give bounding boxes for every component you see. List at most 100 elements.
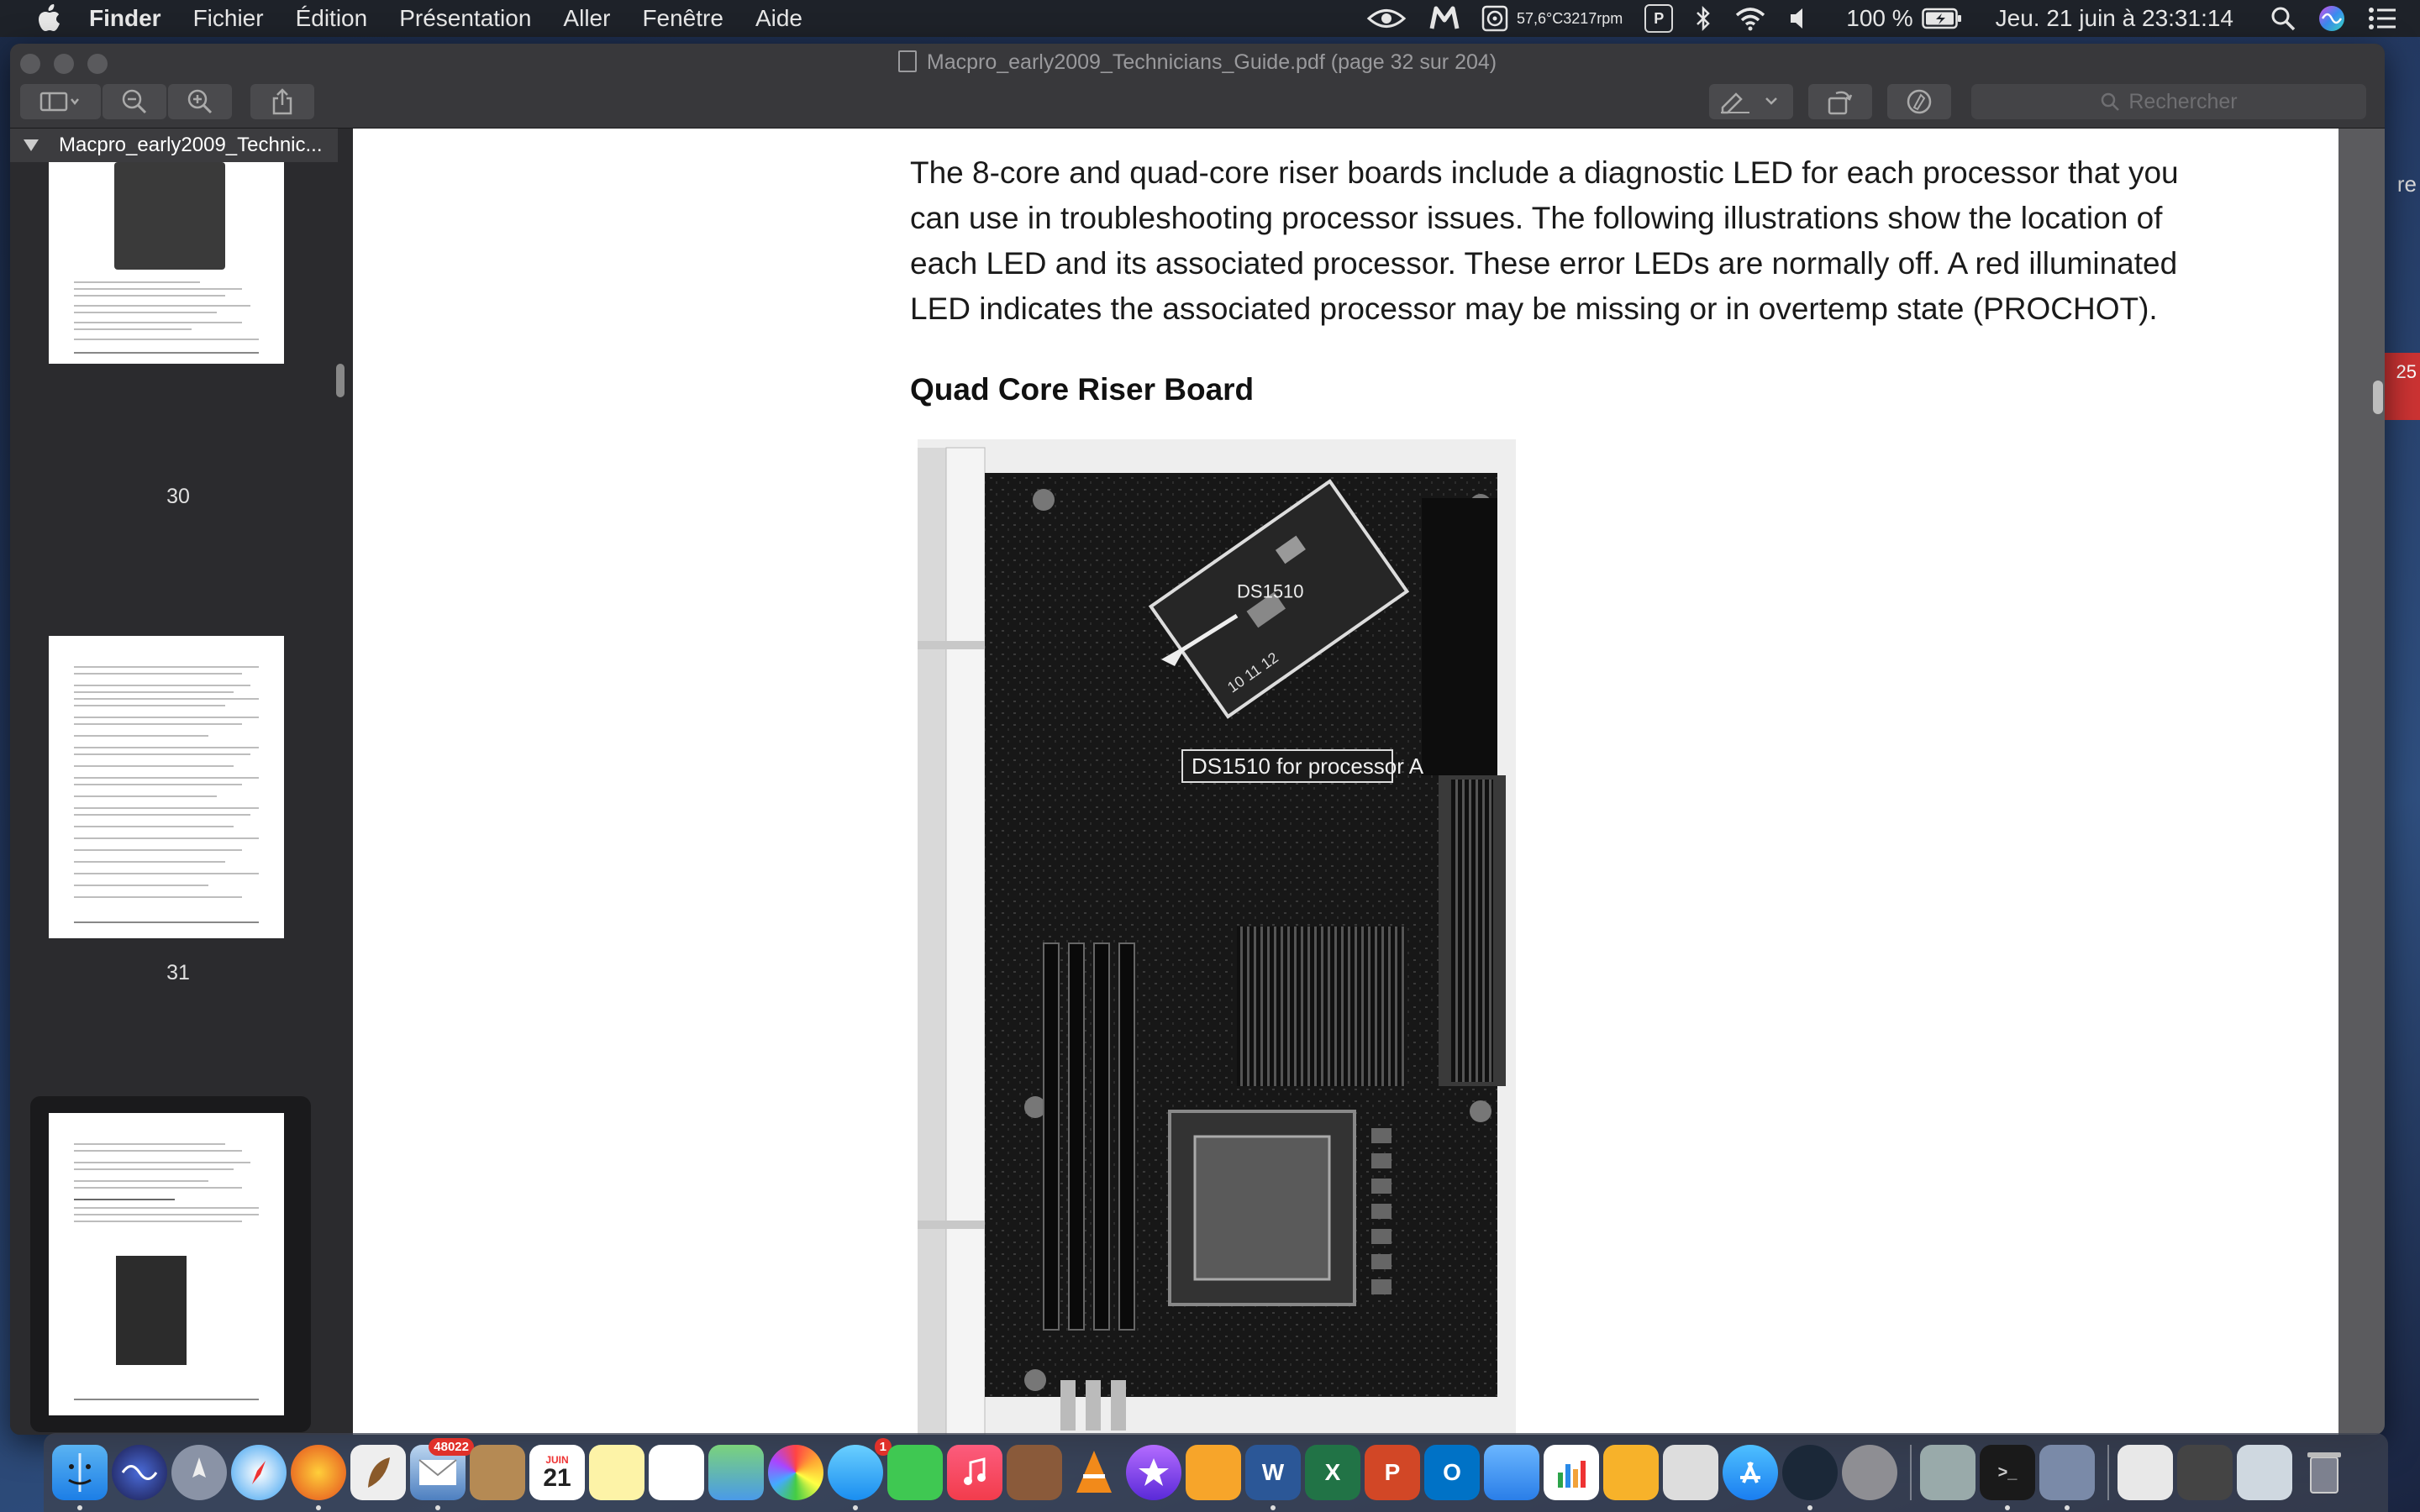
numbers-dock-icon[interactable]: [1544, 1445, 1599, 1500]
battery-icon[interactable]: [1921, 8, 1962, 29]
disclosure-triangle-icon[interactable]: [24, 139, 39, 151]
window-title: Macpro_early2009_Technicians_Guide.pdf (…: [10, 50, 2385, 75]
rotate-button[interactable]: [1808, 84, 1872, 119]
sidebar-icon: [39, 92, 79, 112]
riser-board-photo: DS1510 10 11 12 DS1510 for processor A: [918, 439, 1516, 1435]
inset-label: DS1510: [1237, 580, 1304, 601]
calendar-day: 21: [543, 1464, 571, 1492]
page-thumbnail-32[interactable]: [49, 1113, 284, 1415]
temperature-value: 57,6°C: [1516, 10, 1564, 27]
outlook-dock-icon[interactable]: O: [1424, 1445, 1480, 1500]
menu-fichier[interactable]: Fichier: [193, 5, 264, 32]
dock-separator: [2107, 1445, 2109, 1500]
menu-bar: Finder Fichier Édition Présentation Alle…: [0, 0, 2420, 37]
feather-app-dock-icon[interactable]: [350, 1445, 406, 1500]
contacts-dock-icon[interactable]: [470, 1445, 525, 1500]
terminal-dock-icon[interactable]: >_: [1980, 1445, 2035, 1510]
thumbnail-photo: [114, 162, 225, 270]
steam-dock-icon[interactable]: [1782, 1445, 1838, 1510]
search-field[interactable]: Rechercher: [1971, 84, 2366, 119]
share-icon: [272, 88, 292, 115]
app-store-dock-icon[interactable]: [1723, 1445, 1778, 1500]
installer-dock-icon[interactable]: [1663, 1445, 1718, 1500]
menu-presentation[interactable]: Présentation: [399, 5, 531, 32]
sidebar-document-name: Macpro_early2009_Technic...: [59, 134, 323, 156]
firefox-dock-icon[interactable]: [291, 1445, 346, 1510]
notes-dock-icon[interactable]: [589, 1445, 644, 1500]
mail-dock-icon[interactable]: 48022: [410, 1438, 474, 1510]
minimized-window-dock-icon[interactable]: [2177, 1445, 2233, 1500]
menu-aller[interactable]: Aller: [563, 5, 610, 32]
sidebar-scrollbar[interactable]: [336, 364, 345, 397]
monitor-m-icon[interactable]: [1429, 5, 1460, 32]
background-window-text: re: [2396, 171, 2417, 197]
photos-dock-icon[interactable]: [768, 1445, 823, 1500]
zoom-out-button[interactable]: [103, 84, 166, 119]
reminders-dock-icon[interactable]: [649, 1445, 704, 1500]
page-thumbnail-31[interactable]: [49, 636, 284, 938]
pages-dock-icon[interactable]: [1603, 1445, 1659, 1500]
pen-icon: [1721, 92, 1777, 114]
share-button[interactable]: [250, 84, 314, 119]
safari-dock-icon[interactable]: [231, 1445, 287, 1500]
fan-rpm-value: 3217rpm: [1563, 10, 1623, 27]
wifi-icon[interactable]: [1733, 6, 1767, 31]
imovie-dock-icon[interactable]: [1126, 1445, 1181, 1500]
calendar-dock-icon[interactable]: JUIN 21: [529, 1445, 585, 1500]
thumbnail-photo: [116, 1256, 187, 1365]
dock-separator: [1910, 1445, 1912, 1500]
page-thumbnail-30[interactable]: [49, 162, 284, 364]
system-preferences-dock-icon[interactable]: [1842, 1445, 1897, 1500]
notification-center-icon[interactable]: [2368, 7, 2396, 30]
sidebar-toggle-button[interactable]: [20, 84, 101, 119]
powerpoint-dock-icon[interactable]: P: [1365, 1445, 1420, 1500]
ibooks-dock-icon[interactable]: [1186, 1445, 1241, 1500]
siri-dock-icon[interactable]: [112, 1445, 167, 1500]
vlc-dock-icon[interactable]: [1066, 1445, 1122, 1500]
launchpad-dock-icon[interactable]: [171, 1445, 227, 1500]
menu-fenetre[interactable]: Fenêtre: [642, 5, 723, 32]
pdf-document-icon: [897, 50, 917, 72]
messages-dock-icon[interactable]: 1: [828, 1438, 892, 1510]
temperature-readout: 57,6°C 3217rpm: [1517, 11, 1623, 26]
page-label-30: 30: [166, 485, 190, 508]
zoom-in-icon: [187, 89, 213, 114]
markup-pen-button[interactable]: [1709, 84, 1793, 119]
search-placeholder: Rechercher: [2128, 89, 2238, 113]
disk-utility-dock-icon[interactable]: [1920, 1445, 1975, 1500]
facetime-dock-icon[interactable]: [887, 1445, 943, 1500]
document-stack-dock-icon[interactable]: [2118, 1445, 2173, 1500]
trash-dock-icon[interactable]: [2296, 1445, 2352, 1500]
excel-dock-icon[interactable]: X: [1305, 1445, 1360, 1500]
background-window-edge: 25: [2385, 353, 2420, 420]
maps-dock-icon[interactable]: [708, 1445, 764, 1500]
keynote-dock-icon[interactable]: [1484, 1445, 1539, 1500]
minimized-window-dock-icon-2[interactable]: [2237, 1445, 2292, 1500]
p-app-icon[interactable]: P: [1644, 4, 1674, 33]
sidebar-document-header[interactable]: Macpro_early2009_Technic...: [10, 129, 338, 162]
word-dock-icon[interactable]: W: [1245, 1445, 1301, 1510]
bluetooth-icon[interactable]: [1695, 5, 1712, 32]
menu-finder[interactable]: Finder: [89, 5, 161, 32]
window-titlebar: Macpro_early2009_Technicians_Guide.pdf (…: [10, 44, 2385, 129]
page-label-31: 31: [166, 961, 190, 984]
siri-icon[interactable]: [2317, 4, 2346, 33]
garageband-dock-icon[interactable]: [1007, 1445, 1062, 1500]
preview-dock-icon[interactable]: [2039, 1445, 2095, 1510]
battery-percent: 100 %: [1846, 5, 1913, 31]
photo-callout-label: DS1510 for processor A: [1192, 753, 1424, 779]
rotate-icon: [1828, 91, 1853, 115]
zoom-in-button[interactable]: [168, 84, 232, 119]
markup-toolbar-button[interactable]: [1887, 84, 1951, 119]
finder-dock-icon[interactable]: [52, 1445, 108, 1510]
document-scrollbar[interactable]: [2373, 381, 2383, 414]
fan-icon[interactable]: [1481, 5, 1508, 32]
apple-menu-icon[interactable]: [34, 3, 64, 34]
spotlight-search-icon[interactable]: [2270, 6, 2296, 31]
menu-aide[interactable]: Aide: [755, 5, 802, 32]
volume-icon[interactable]: [1789, 7, 1809, 30]
clock[interactable]: Jeu. 21 juin à 23:31:14: [1996, 5, 2233, 32]
nvidia-icon[interactable]: [1365, 6, 1407, 31]
menu-edition[interactable]: Édition: [296, 5, 368, 32]
itunes-dock-icon[interactable]: [947, 1445, 1002, 1500]
